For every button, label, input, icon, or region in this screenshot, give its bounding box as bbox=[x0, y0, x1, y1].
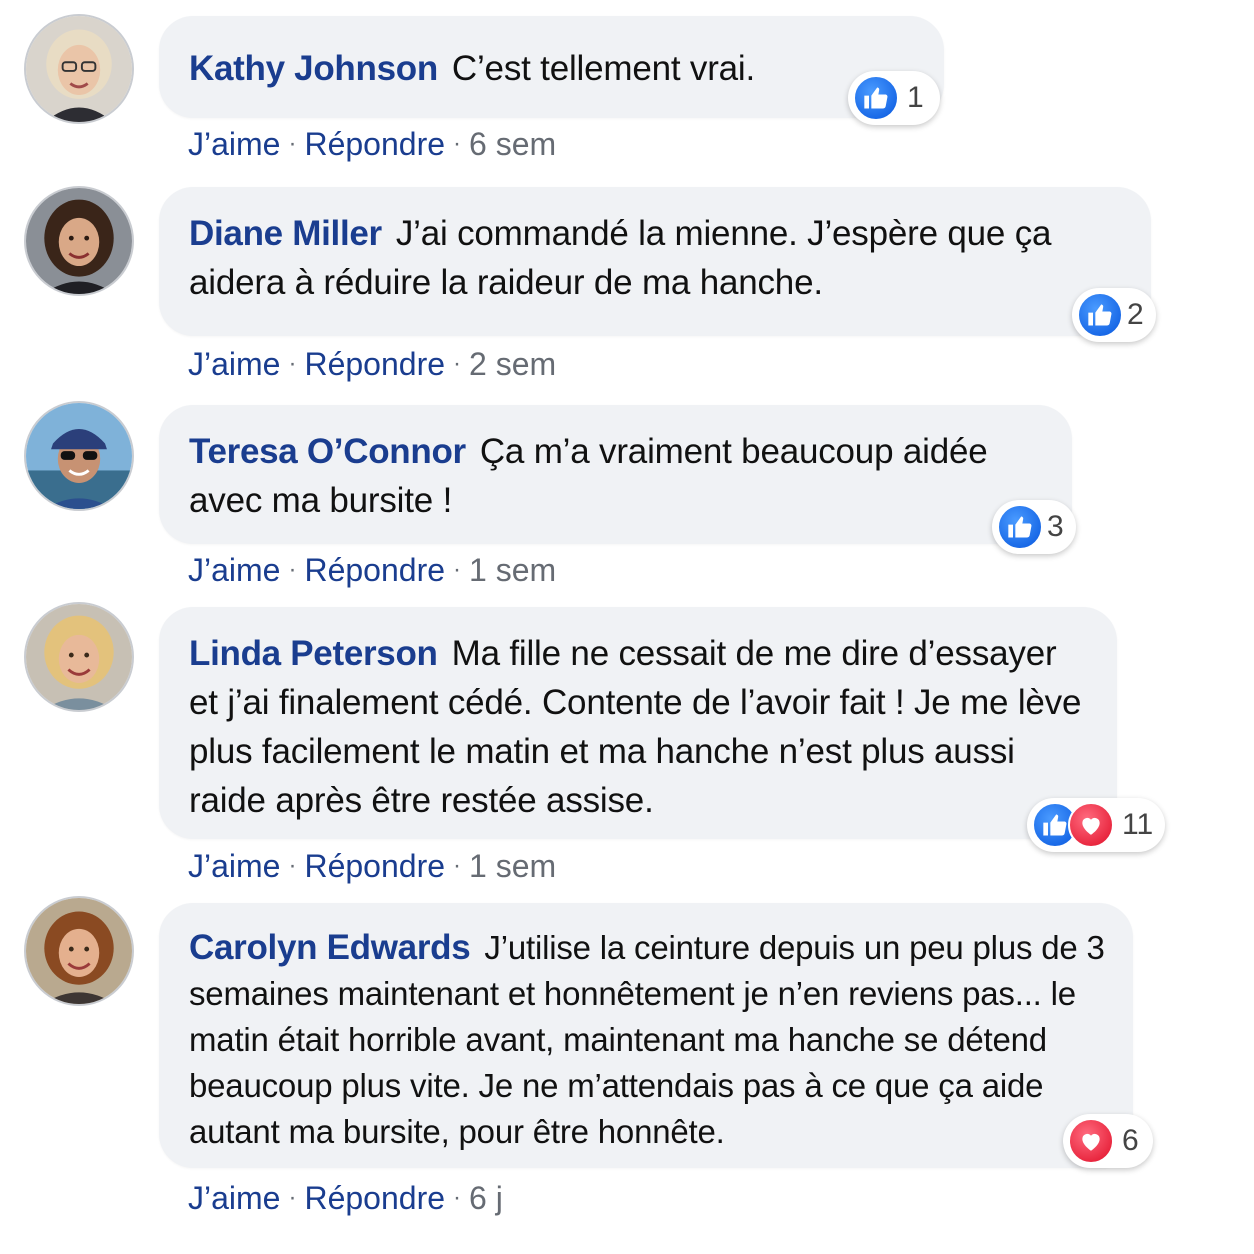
avatar[interactable] bbox=[24, 896, 134, 1006]
separator: · bbox=[453, 556, 462, 583]
reply-button[interactable]: Répondre bbox=[304, 848, 445, 884]
comment-bubble: Diane Miller J’ai commandé la mienne. J’e… bbox=[159, 187, 1151, 336]
reply-button[interactable]: Répondre bbox=[304, 126, 445, 162]
like-button[interactable]: J’aime bbox=[188, 552, 280, 588]
reply-button[interactable]: Répondre bbox=[304, 552, 445, 588]
comment-text: C’est tellement vrai. bbox=[451, 49, 756, 88]
comment-text-block: Kathy Johnson C’est tellement vrai. bbox=[189, 38, 914, 93]
separator: · bbox=[288, 1184, 297, 1211]
comment-text-block: Diane Miller J’ai commandé la mienne. J’e… bbox=[189, 209, 1119, 307]
comment-time[interactable]: 2 sem bbox=[469, 346, 556, 382]
comment-bubble: Carolyn Edwards J’utilise la ceinture dep… bbox=[159, 903, 1133, 1168]
comment-author[interactable]: Diane Miller bbox=[189, 214, 382, 253]
comment-bubble: Linda Peterson Ma fille ne cessait de me … bbox=[159, 607, 1117, 839]
reaction-summary[interactable]: 3 bbox=[992, 500, 1076, 554]
reaction-summary[interactable]: 6 bbox=[1063, 1114, 1153, 1168]
comment-text-block: Carolyn Edwards J’utilise la ceinture dep… bbox=[189, 925, 1119, 1155]
avatar[interactable] bbox=[24, 14, 134, 124]
reaction-count: 1 bbox=[907, 81, 924, 114]
comment-text-block: Teresa O’Connor Ça m’a vraiment beaucoup … bbox=[189, 427, 1049, 525]
separator: · bbox=[288, 852, 297, 879]
love-icon bbox=[1068, 1118, 1114, 1164]
separator: · bbox=[453, 130, 462, 157]
comment-actions: J’aime · Répondre · 1 sem bbox=[188, 552, 556, 589]
comment-author[interactable]: Linda Peterson bbox=[189, 634, 438, 673]
separator: · bbox=[453, 1184, 462, 1211]
like-icon bbox=[1077, 292, 1123, 338]
avatar[interactable] bbox=[24, 602, 134, 712]
comment-time[interactable]: 6 j bbox=[469, 1180, 503, 1216]
reaction-count: 3 bbox=[1047, 510, 1064, 543]
reaction-count: 11 bbox=[1122, 808, 1154, 841]
comment-author[interactable]: Teresa O’Connor bbox=[189, 432, 466, 471]
comment-time[interactable]: 6 sem bbox=[469, 126, 556, 162]
reaction-summary[interactable]: 2 bbox=[1072, 288, 1156, 342]
comment-text-block: Linda Peterson Ma fille ne cessait de me … bbox=[189, 629, 1094, 825]
reply-button[interactable]: Répondre bbox=[304, 346, 445, 382]
like-button[interactable]: J’aime bbox=[188, 848, 280, 884]
avatar-kathy-image bbox=[26, 16, 132, 122]
avatar-carolyn-image bbox=[26, 898, 132, 1004]
comment-author[interactable]: Kathy Johnson bbox=[189, 49, 438, 88]
separator: · bbox=[453, 350, 462, 377]
like-icon bbox=[997, 504, 1043, 550]
separator: · bbox=[453, 852, 462, 879]
reaction-count: 2 bbox=[1127, 298, 1144, 331]
reaction-summary[interactable]: 11 bbox=[1027, 798, 1165, 852]
reaction-summary[interactable]: 1 bbox=[848, 71, 940, 125]
separator: · bbox=[288, 350, 297, 377]
comment-bubble: Kathy Johnson C’est tellement vrai. bbox=[159, 16, 944, 118]
separator: · bbox=[288, 130, 297, 157]
avatar[interactable] bbox=[24, 401, 134, 511]
reply-button[interactable]: Répondre bbox=[304, 1180, 445, 1216]
love-icon bbox=[1068, 802, 1114, 848]
avatar-diane-image bbox=[26, 188, 132, 294]
comment-actions: J’aime · Répondre · 6 j bbox=[188, 1180, 503, 1217]
avatar-linda-image bbox=[26, 604, 132, 710]
like-button[interactable]: J’aime bbox=[188, 1180, 280, 1216]
comment-time[interactable]: 1 sem bbox=[469, 848, 556, 884]
avatar[interactable] bbox=[24, 186, 134, 296]
comment-actions: J’aime · Répondre · 2 sem bbox=[188, 346, 556, 383]
reaction-count: 6 bbox=[1122, 1124, 1139, 1157]
comment-actions: J’aime · Répondre · 6 sem bbox=[188, 126, 556, 163]
comment-actions: J’aime · Répondre · 1 sem bbox=[188, 848, 556, 885]
comment-author[interactable]: Carolyn Edwards bbox=[189, 928, 471, 967]
avatar-teresa-image bbox=[26, 403, 132, 509]
like-button[interactable]: J’aime bbox=[188, 346, 280, 382]
comment-bubble: Teresa O’Connor Ça m’a vraiment beaucoup … bbox=[159, 405, 1072, 544]
separator: · bbox=[288, 556, 297, 583]
like-button[interactable]: J’aime bbox=[188, 126, 280, 162]
comment-time[interactable]: 1 sem bbox=[469, 552, 556, 588]
like-icon bbox=[853, 75, 899, 121]
